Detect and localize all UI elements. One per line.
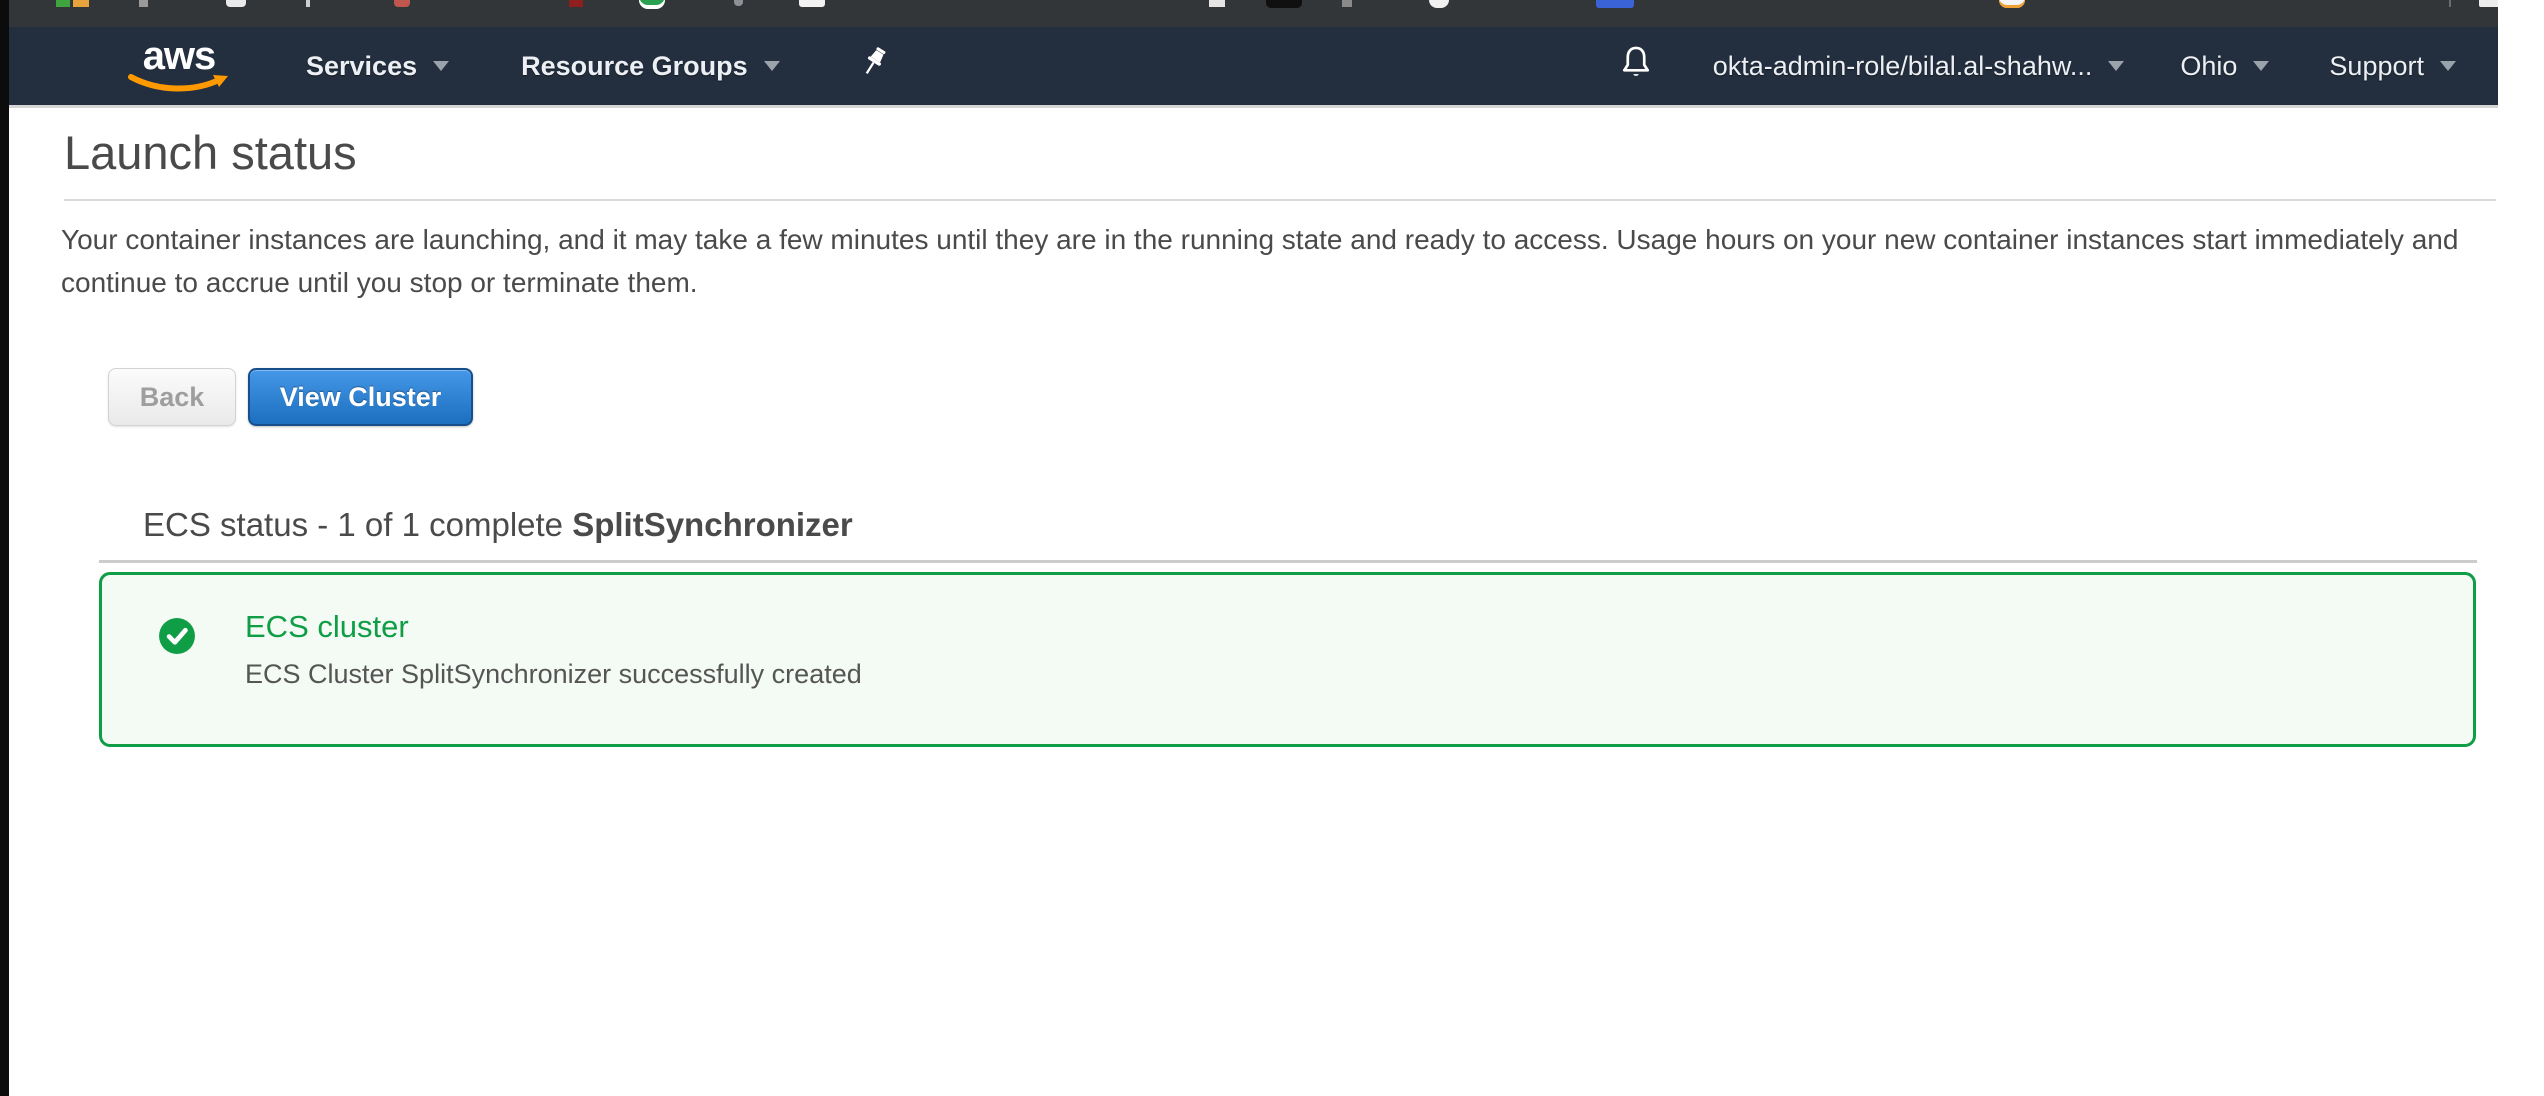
success-panel: ECS cluster ECS Cluster SplitSynchronize… (99, 572, 2476, 747)
chevron-down-icon (2108, 61, 2124, 71)
success-title: ECS cluster (245, 609, 862, 645)
launch-description: Your container instances are launching, … (61, 218, 2498, 304)
menubar-icon-fragment (394, 0, 410, 7)
back-button[interactable]: Back (108, 368, 236, 426)
action-buttons: Back View Cluster (108, 368, 2498, 426)
menubar-icon-fragment (569, 0, 583, 7)
main-content: Launch status Your container instances a… (9, 111, 2498, 1096)
nav-right-group: okta-admin-role/bilal.al-shahw... Ohio S… (1617, 42, 2456, 91)
nav-account-label: okta-admin-role/bilal.al-shahw... (1713, 51, 2093, 82)
menubar-icon-fragment (1266, 0, 1302, 8)
nav-account-menu[interactable]: okta-admin-role/bilal.al-shahw... (1713, 51, 2125, 82)
launch-description-line2: continue to accrue until you stop or ter… (61, 261, 2498, 304)
menubar-icon-fragment (639, 0, 665, 9)
aws-smile-icon (127, 74, 231, 94)
launch-description-line1: Your container instances are launching, … (61, 218, 2498, 261)
status-divider (99, 560, 2477, 563)
ecs-status-resource-name: SplitSynchronizer (572, 506, 853, 543)
menubar-icon-fragment (56, 0, 70, 7)
menubar-icon-fragment (2449, 0, 2451, 7)
screen-left-edge (0, 0, 9, 1096)
page-title: Launch status (64, 127, 2498, 179)
success-text-block: ECS cluster ECS Cluster SplitSynchronize… (245, 609, 862, 690)
chevron-down-icon (2253, 61, 2269, 71)
menubar-icon-fragment (139, 0, 148, 7)
menubar-icon-fragment (226, 0, 246, 7)
bell-icon[interactable] (1617, 42, 1655, 91)
aws-logo-text: aws (143, 38, 216, 74)
chevron-down-icon (2440, 61, 2456, 71)
view-cluster-button[interactable]: View Cluster (248, 368, 473, 426)
menubar-icon-fragment (1596, 0, 1634, 8)
nav-region-label: Ohio (2180, 51, 2237, 82)
success-check-icon (158, 617, 196, 655)
menubar-icon-fragment (1209, 0, 1225, 7)
nav-region-menu[interactable]: Ohio (2180, 51, 2269, 82)
nav-services-label: Services (306, 51, 417, 82)
ecs-status-heading: ECS status - 1 of 1 complete SplitSynchr… (143, 506, 2498, 544)
chevron-down-icon (764, 61, 780, 71)
browser-top-strip (9, 0, 2498, 27)
aws-nav-bar: aws Services Resource Groups (9, 27, 2498, 108)
menubar-icon-fragment (1429, 0, 1449, 8)
ecs-status-heading-prefix: ECS status - 1 of 1 complete (143, 506, 572, 543)
menubar-icon-fragment (799, 0, 825, 7)
title-divider (64, 199, 2496, 201)
success-message: ECS Cluster SplitSynchronizer successful… (245, 659, 862, 690)
menubar-icon-fragment (734, 0, 743, 6)
menubar-icon-fragment (1999, 0, 2025, 8)
menubar-icon-fragment (73, 0, 89, 7)
menubar-icon-fragment (1342, 0, 1352, 7)
chevron-down-icon (433, 61, 449, 71)
menubar-icon-fragment (306, 0, 310, 7)
aws-logo[interactable]: aws (127, 38, 231, 94)
nav-support-menu[interactable]: Support (2329, 51, 2456, 82)
menubar-icon-fragment (2479, 0, 2498, 7)
nav-left-group: aws Services Resource Groups (9, 38, 892, 94)
nav-support-label: Support (2329, 51, 2424, 82)
nav-services-menu[interactable]: Services (306, 51, 449, 82)
pushpin-icon[interactable] (858, 44, 892, 89)
nav-resource-groups-label: Resource Groups (521, 51, 748, 82)
nav-resource-groups-menu[interactable]: Resource Groups (521, 51, 780, 82)
